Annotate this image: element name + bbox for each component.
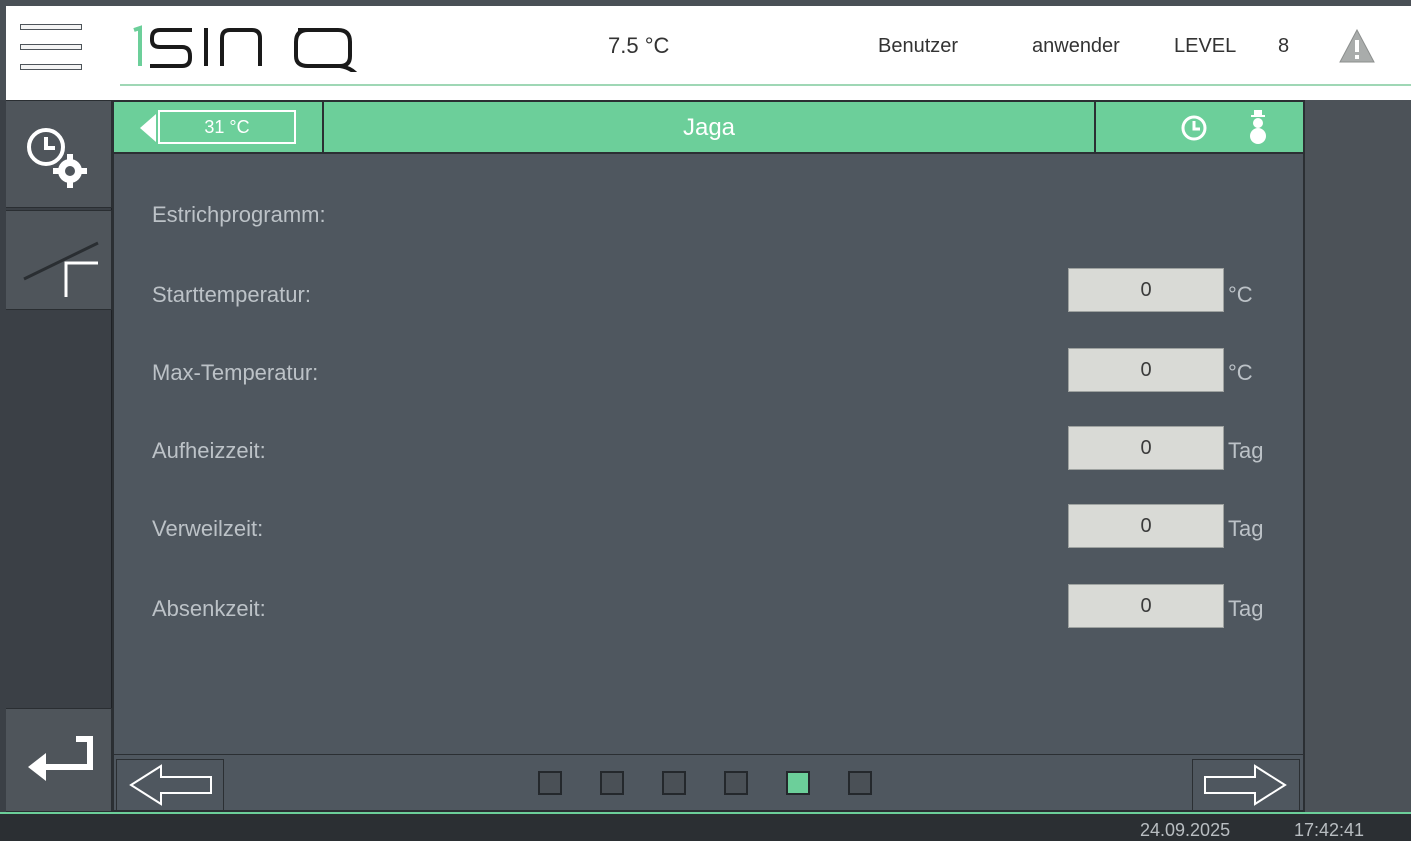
dwell-time-field[interactable]: 0 <box>1068 504 1224 548</box>
previous-zone-icon[interactable] <box>140 114 156 142</box>
screed-ramp-icon <box>23 241 99 297</box>
menu-button[interactable] <box>20 24 82 70</box>
user-name: anwender <box>1032 35 1120 57</box>
page-dot-6[interactable] <box>848 771 872 795</box>
page-dot-2[interactable] <box>600 771 624 795</box>
previous-page-button[interactable] <box>116 759 224 811</box>
clock-gear-icon <box>27 128 87 188</box>
start-temperature-field[interactable]: 0 <box>1068 268 1224 312</box>
cooldown-time-field[interactable]: 0 <box>1068 584 1224 628</box>
menu-icon-bar <box>20 64 82 70</box>
screed-program-heading: Estrichprogramm: <box>152 202 326 227</box>
outside-temperature: 7.5 °C <box>608 33 670 58</box>
max-temperature-unit: °C <box>1228 360 1253 385</box>
user-label: Benutzer <box>878 35 959 57</box>
isinq-logo <box>133 25 358 72</box>
page-dot-4[interactable] <box>724 771 748 795</box>
page-dot-1[interactable] <box>538 771 562 795</box>
cooldown-time-label: Absenkzeit: <box>152 596 266 621</box>
level-value: 8 <box>1278 35 1290 57</box>
sidebar-item-schedule-settings[interactable] <box>6 100 112 208</box>
menu-icon <box>20 24 82 30</box>
top-header: 7.5 °C Benutzer anwender LEVEL 8 <box>0 0 1411 100</box>
dwell-time-unit: Tag <box>1228 516 1264 541</box>
heating-time-label: Aufheizzeit: <box>152 438 266 463</box>
cooldown-time-unit: Tag <box>1228 596 1264 621</box>
max-temperature-label: Max-Temperatur: <box>152 360 319 385</box>
zone-titlebar: 31 °C Jaga <box>114 102 1303 154</box>
heating-time-unit: Tag <box>1228 438 1264 463</box>
zone-name: Jaga <box>682 114 736 141</box>
zone-temperature[interactable]: 31 °C <box>158 110 296 144</box>
clock-icon[interactable] <box>1180 114 1208 142</box>
next-page-button[interactable] <box>1192 759 1300 811</box>
page-dot-5[interactable] <box>786 771 810 795</box>
snowman-icon[interactable] <box>1246 110 1270 146</box>
start-temperature-label: Starttemperatur: <box>152 282 311 307</box>
zone-status-area <box>1094 102 1303 154</box>
start-temperature-unit: °C <box>1228 282 1253 307</box>
warning-icon[interactable] <box>1338 28 1376 64</box>
arrow-right-icon <box>1204 764 1287 806</box>
status-date: 24.09.2025 <box>1140 820 1231 840</box>
header-divider <box>120 84 1411 86</box>
dwell-time-label: Verweilzeit: <box>152 516 264 541</box>
menu-icon-bar <box>20 44 82 50</box>
status-time: 17:42:41 <box>1294 820 1365 840</box>
back-button[interactable] <box>6 708 112 812</box>
heating-time-field[interactable]: 0 <box>1068 426 1224 470</box>
page-dot-3[interactable] <box>662 771 686 795</box>
return-arrow-icon <box>28 736 93 781</box>
status-bar: 24.09.2025 17:42:41 <box>0 812 1411 840</box>
main-panel: 31 °C Jaga Estrichprogramm: Starttempera… <box>112 100 1305 812</box>
sidebar-item-screed-program[interactable] <box>6 210 112 310</box>
right-column <box>1305 100 1411 812</box>
sidebar <box>0 100 112 812</box>
arrow-left-icon <box>129 764 212 806</box>
max-temperature-field[interactable]: 0 <box>1068 348 1224 392</box>
level-label: LEVEL <box>1174 35 1237 57</box>
zone-temperature-area: 31 °C <box>114 102 324 154</box>
page-navigation <box>114 754 1303 811</box>
